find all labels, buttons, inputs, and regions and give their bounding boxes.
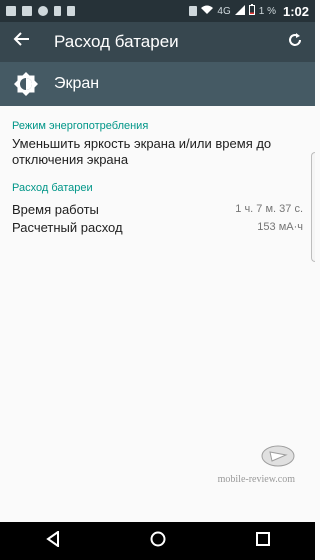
status-bar: 4G 1 % 1:02 — [0, 0, 315, 22]
notification-icons — [6, 6, 75, 16]
battery-low-icon — [248, 4, 255, 18]
nav-recents-icon — [255, 531, 270, 551]
nav-back-icon — [45, 529, 60, 552]
clipboard-icon — [67, 6, 75, 16]
back-button[interactable] — [0, 22, 44, 62]
app-name: Экран — [54, 75, 100, 92]
phone-icon — [54, 6, 61, 16]
nav-home-icon — [150, 531, 166, 552]
section-title: Режим энергопотребления — [12, 120, 149, 132]
nav-home-button[interactable] — [133, 522, 183, 560]
arrow-back-icon — [13, 30, 31, 54]
refresh-button[interactable] — [275, 22, 315, 62]
network-type: 4G — [217, 5, 231, 17]
usage-label: Расчетный расход — [12, 219, 123, 235]
clock: 1:02 — [282, 3, 309, 19]
battery-percent: 1 % — [258, 5, 276, 17]
watermark-text: mobile-review.com — [217, 474, 295, 485]
power-mode-section[interactable]: Режим энергопотребления Уменьшить яркост… — [0, 120, 315, 168]
signal-icon — [234, 4, 245, 18]
usage-value: 1 ч. 7 м. 37 с. — [235, 203, 303, 215]
usage-row: Время работы 1 ч. 7 м. 37 с. — [12, 200, 303, 218]
system-icons: 4G 1 % 1:02 — [189, 4, 309, 19]
brightness-icon — [12, 70, 40, 98]
nav-recents-button[interactable] — [238, 522, 288, 560]
app-header: Экран — [0, 62, 315, 106]
message-icon — [6, 6, 16, 16]
page-title: Расход батареи — [54, 32, 179, 51]
nav-back-button[interactable] — [28, 522, 78, 560]
edge-scroll-handle[interactable] — [311, 152, 315, 262]
usage-row: Расчетный расход 153 мА·ч — [12, 218, 303, 236]
watermark-logo — [261, 445, 295, 467]
section-title: Расход батареи — [12, 182, 93, 194]
refresh-icon — [287, 32, 303, 53]
usage-label: Время работы — [12, 201, 99, 217]
image-icon — [22, 6, 32, 16]
usage-value: 153 мА·ч — [257, 221, 303, 233]
wifi-icon — [201, 5, 214, 18]
app-bar: Расход батареи — [0, 22, 315, 62]
battery-usage-section: Расход батареи Время работы 1 ч. 7 м. 37… — [0, 182, 315, 236]
vibrate-icon — [189, 6, 198, 16]
account-icon — [38, 6, 48, 16]
watermark: mobile-review.com — [215, 445, 295, 489]
power-mode-description: Уменьшить яркость экрана и/или время до … — [12, 136, 272, 167]
navigation-bar — [0, 522, 315, 560]
